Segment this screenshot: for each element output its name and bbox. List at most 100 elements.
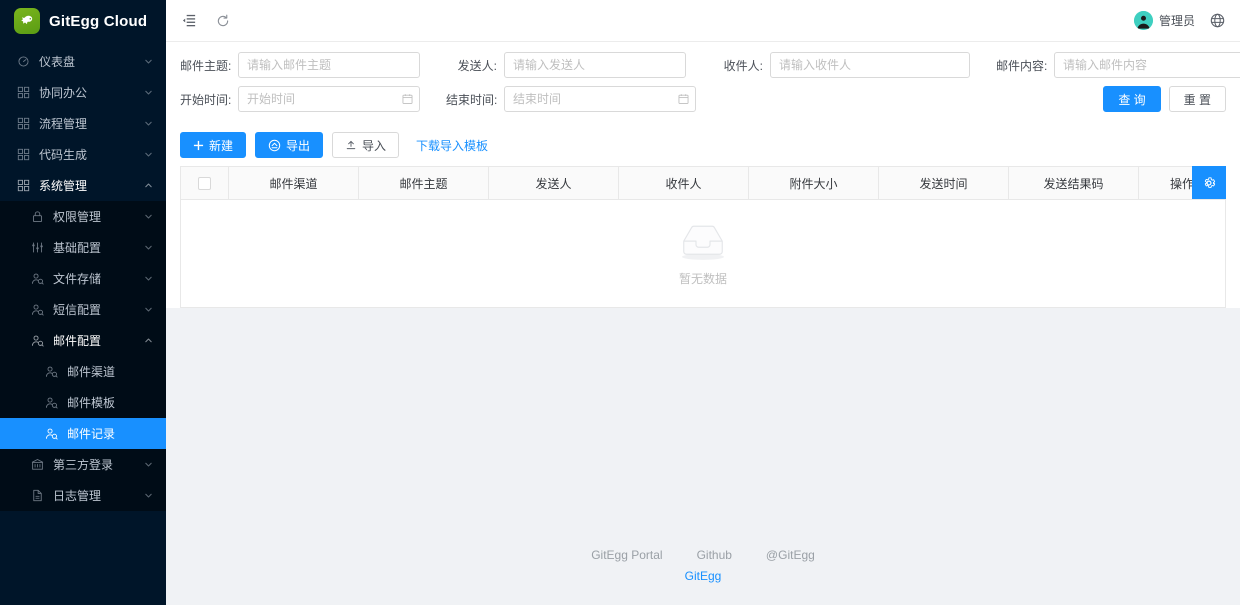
- footer-link-giteggportal[interactable]: GitEgg Portal: [591, 548, 662, 562]
- end-time-picker[interactable]: [504, 86, 696, 112]
- sidebar-item-代码生成[interactable]: 代码生成: [0, 139, 166, 170]
- upload-icon: [345, 139, 357, 151]
- topbar-right: 管理员: [1134, 11, 1226, 30]
- submenu-panel: 权限管理 基础配置 文件存储 短信配置 邮件配置 邮件渠道 邮件模板: [0, 201, 166, 511]
- gear-icon: [1202, 176, 1216, 190]
- sidebar-item-系统管理[interactable]: 系统管理: [0, 170, 166, 201]
- search-input-sender[interactable]: [504, 52, 686, 78]
- field-mail-subject: 邮件主题:: [180, 52, 420, 78]
- th-send-time[interactable]: 发送时间: [879, 167, 1009, 200]
- label-sender: 发送人:: [446, 57, 504, 74]
- app-root: GitEgg Cloud 仪表盘 协同办公 流程管理 代码生成 系统管理 权限管…: [0, 0, 1240, 605]
- sidebar-item-邮件模板[interactable]: 邮件模板: [0, 387, 166, 418]
- th-receiver[interactable]: 收件人: [619, 167, 749, 200]
- export-button[interactable]: 导出: [255, 132, 323, 158]
- download-template-link[interactable]: 下载导入模板: [408, 132, 496, 158]
- chevron-down-icon: [143, 460, 153, 470]
- no-arrow: [143, 367, 153, 377]
- topbar-left: [180, 12, 232, 30]
- th-label: 邮件渠道: [269, 177, 317, 191]
- plus-icon: [193, 140, 204, 151]
- export-button-label: 导出: [286, 137, 310, 154]
- chevron-down-icon: [143, 274, 153, 284]
- brand-name: GitEgg Cloud: [49, 13, 147, 30]
- menu-fold-icon[interactable]: [180, 12, 198, 30]
- search-input-start-time[interactable]: [238, 86, 420, 112]
- main-area: 管理员 邮件主题:: [166, 0, 1240, 605]
- chevron-down-icon: [143, 150, 153, 160]
- th-mail-channel[interactable]: 邮件渠道: [229, 167, 359, 200]
- footer-link-gitegg[interactable]: @GitEgg: [766, 548, 815, 562]
- footer-copyright[interactable]: GitEgg: [166, 569, 1240, 583]
- search-input-end-time[interactable]: [504, 86, 696, 112]
- sidebar-item-文件存储[interactable]: 文件存储: [0, 263, 166, 294]
- file-icon: [30, 489, 44, 503]
- user-name: 管理员: [1159, 12, 1195, 29]
- reset-button[interactable]: 重 置: [1169, 86, 1226, 112]
- sidebar-item-邮件配置[interactable]: 邮件配置: [0, 325, 166, 356]
- reload-icon[interactable]: [214, 12, 232, 30]
- sidebar-item-label: 日志管理: [53, 487, 143, 504]
- chevron-up-icon: [143, 181, 153, 191]
- empty-inbox-icon: [675, 221, 731, 266]
- chevron-down-icon: [143, 119, 153, 129]
- create-button[interactable]: 新建: [180, 132, 246, 158]
- no-arrow: [143, 429, 153, 439]
- th-mail-subject[interactable]: 邮件主题: [359, 167, 489, 200]
- user-gear-icon: [44, 365, 58, 379]
- sliders-icon: [30, 241, 44, 255]
- appstore-icon: [16, 117, 30, 131]
- sidebar-item-基础配置[interactable]: 基础配置: [0, 232, 166, 263]
- import-button-label: 导入: [362, 137, 386, 154]
- sidebar-item-label: 权限管理: [53, 208, 143, 225]
- th-label: 邮件主题: [399, 177, 447, 191]
- th-label: 发送时间: [919, 177, 967, 191]
- user-gear-icon: [30, 303, 44, 317]
- search-row-2: 开始时间:: [180, 86, 1226, 112]
- sidebar-item-label: 第三方登录: [53, 456, 143, 473]
- search-input-mail-subject[interactable]: [238, 52, 420, 78]
- search-row-1: 邮件主题: 发送人: 收件人: 邮件内容:: [180, 52, 1226, 78]
- gitegg-logo-icon: [14, 8, 40, 34]
- topbar: 管理员: [166, 0, 1240, 42]
- search-input-receiver[interactable]: [770, 52, 970, 78]
- sidebar-item-label: 邮件配置: [53, 332, 143, 349]
- label-receiver: 收件人:: [712, 57, 770, 74]
- page-footer: GitEgg Portal Github @GitEgg GitEgg: [166, 548, 1240, 605]
- sidebar-item-仪表盘[interactable]: 仪表盘: [0, 46, 166, 77]
- sidebar-item-流程管理[interactable]: 流程管理: [0, 108, 166, 139]
- query-button[interactable]: 查 询: [1103, 86, 1160, 112]
- appstore-icon: [16, 148, 30, 162]
- sidebar-item-邮件记录[interactable]: 邮件记录: [0, 418, 166, 449]
- sidebar-item-邮件渠道[interactable]: 邮件渠道: [0, 356, 166, 387]
- empty-text: 暂无数据: [679, 270, 727, 287]
- sidebar-item-label: 短信配置: [53, 301, 143, 318]
- table-settings-button[interactable]: [1192, 166, 1226, 199]
- user-menu[interactable]: 管理员: [1134, 11, 1195, 30]
- sidebar-menu: 仪表盘 协同办公 流程管理 代码生成 系统管理 权限管理 基础配置: [0, 46, 166, 511]
- th-sender[interactable]: 发送人: [489, 167, 619, 200]
- search-actions: 查 询 重 置: [1103, 86, 1226, 112]
- start-time-picker[interactable]: [238, 86, 420, 112]
- user-gear-icon: [44, 427, 58, 441]
- sidebar-item-短信配置[interactable]: 短信配置: [0, 294, 166, 325]
- chevron-up-icon: [143, 336, 153, 346]
- footer-link-github[interactable]: Github: [697, 548, 732, 562]
- sidebar-item-权限管理[interactable]: 权限管理: [0, 201, 166, 232]
- sidebar-item-第三方登录[interactable]: 第三方登录: [0, 449, 166, 480]
- sidebar-item-日志管理[interactable]: 日志管理: [0, 480, 166, 511]
- sidebar-item-label: 邮件模板: [67, 394, 143, 411]
- th-attachment-size[interactable]: 附件大小: [749, 167, 879, 200]
- sidebar-item-label: 邮件记录: [67, 425, 143, 442]
- select-all-checkbox[interactable]: [198, 177, 211, 190]
- global-language-icon[interactable]: [1208, 12, 1226, 30]
- sidebar-logo[interactable]: GitEgg Cloud: [0, 0, 166, 42]
- th-label: 附件大小: [789, 177, 837, 191]
- dashboard-icon: [16, 55, 30, 69]
- import-button[interactable]: 导入: [332, 132, 399, 158]
- sidebar-item-协同办公[interactable]: 协同办公: [0, 77, 166, 108]
- search-input-mail-content[interactable]: [1054, 52, 1240, 78]
- th-label: 收件人: [665, 177, 701, 191]
- th-result-code[interactable]: 发送结果码: [1009, 167, 1139, 200]
- chevron-down-icon: [143, 243, 153, 253]
